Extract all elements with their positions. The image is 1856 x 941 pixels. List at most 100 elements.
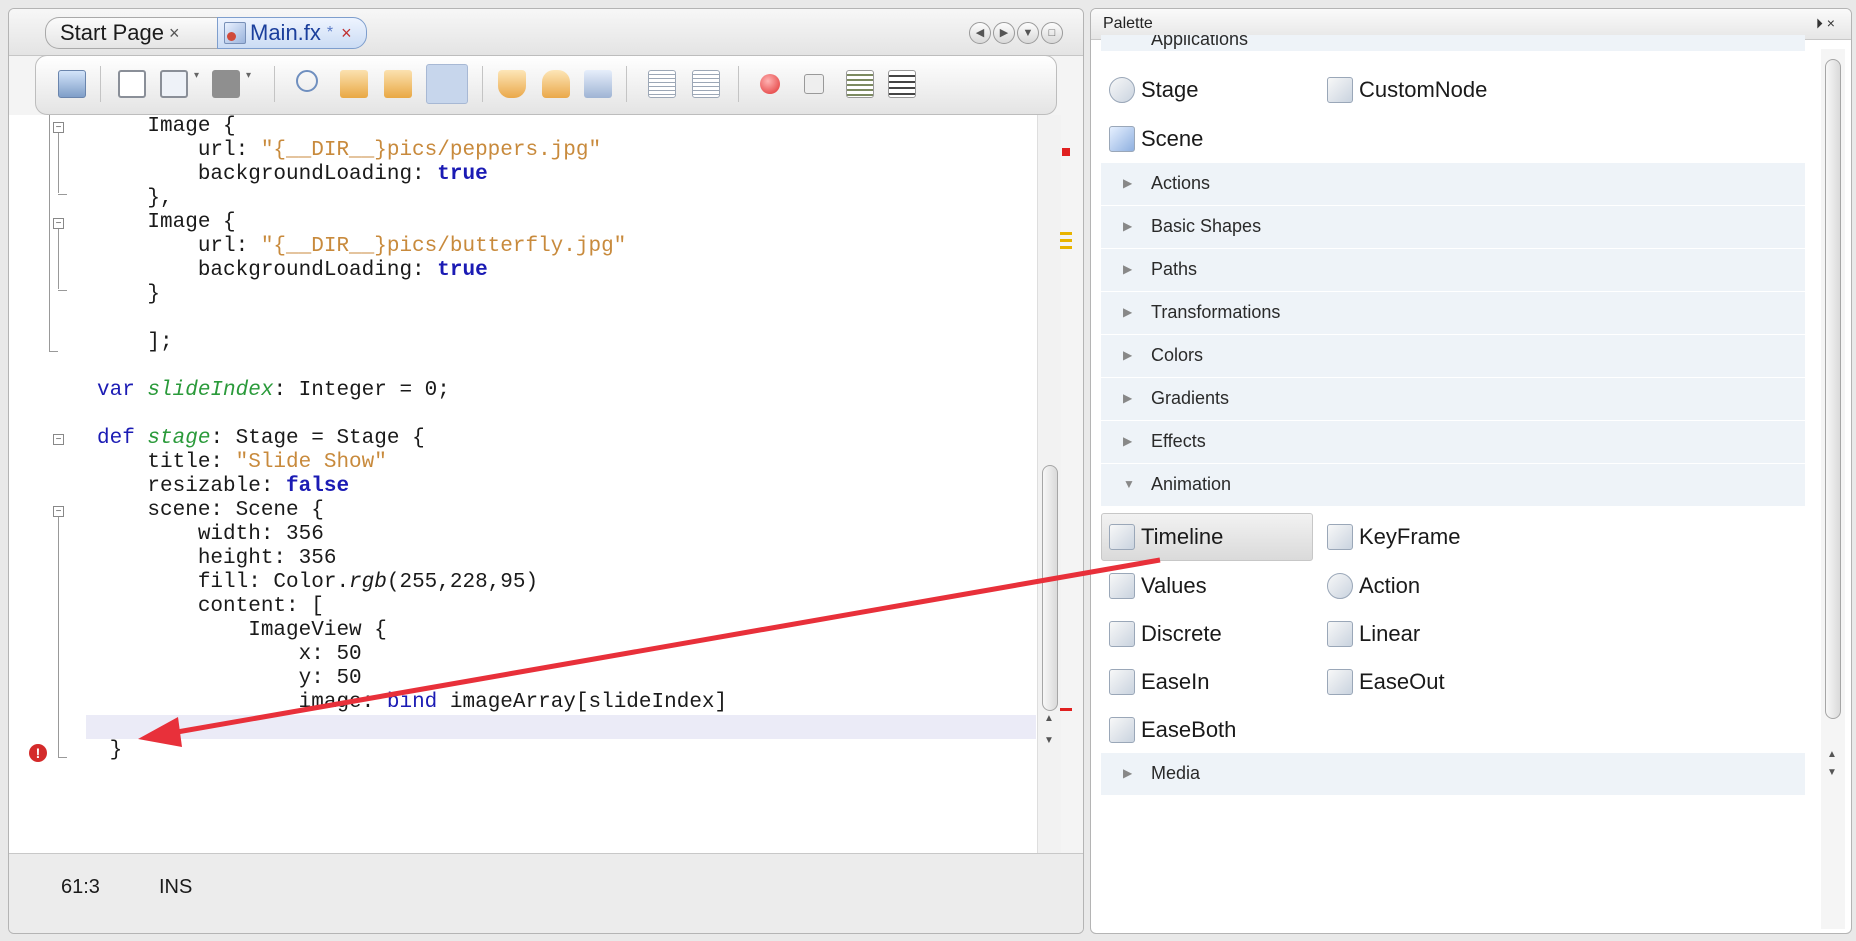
palette-item-label: Stage [1141, 77, 1199, 102]
tab-main-fx-close-icon[interactable]: × [341, 23, 352, 44]
code-token: ]; [97, 331, 173, 354]
editor-scroll-thumb[interactable] [1042, 465, 1058, 711]
palette-item-scene[interactable]: Scene [1109, 116, 1203, 162]
code-line: var slideIndex: Integer = 0; [97, 379, 450, 403]
tab-main-fx[interactable]: Main.fx * × [217, 17, 367, 49]
error-annotation-icon[interactable]: ! [29, 744, 47, 762]
fold-guide-end [49, 351, 58, 352]
fold-toggle-icon[interactable]: − [53, 122, 64, 133]
toggle-bookmark-icon[interactable] [584, 70, 612, 98]
code-line: def stage: Stage = Stage { [97, 427, 425, 451]
warning-stripe-mark[interactable] [1060, 239, 1072, 242]
scroll-up-arrow-icon[interactable]: ▲ [1044, 713, 1054, 724]
error-stripe-mark[interactable] [1060, 708, 1072, 711]
fold-toggle-icon[interactable]: − [53, 218, 64, 229]
fold-guide [58, 229, 59, 289]
code-token: bind [386, 691, 438, 714]
code-token: false [286, 475, 350, 498]
code-editor[interactable]: − − − − ! Image { url: "{__DIR__}pics/pe… [9, 115, 1061, 853]
values-icon [1109, 573, 1135, 599]
palette-item-linear[interactable]: Linear [1327, 611, 1420, 657]
palette-category-colors[interactable]: ▶ Colors [1101, 335, 1805, 377]
back-icon[interactable] [118, 70, 146, 98]
previous-bookmark-icon[interactable] [498, 70, 526, 98]
warning-stripe-mark[interactable] [1060, 232, 1072, 235]
find-icon[interactable] [296, 70, 318, 92]
start-macro-recording-icon[interactable] [760, 74, 780, 94]
palette-category-transformations[interactable]: ▶ Transformations [1101, 292, 1805, 334]
palette-category-effects[interactable]: ▶ Effects [1101, 421, 1805, 463]
collapse-arrow-icon: ▼ [1123, 477, 1135, 491]
palette-item-keyframe[interactable]: KeyFrame [1327, 514, 1460, 560]
stop-dropdown-icon[interactable]: ▾ [246, 70, 256, 98]
stop-macro-recording-icon[interactable] [804, 74, 824, 94]
palette-item-easein[interactable]: EaseIn [1109, 659, 1210, 705]
palette-item-timeline[interactable]: Timeline [1109, 514, 1223, 560]
palette-scroll-thumb[interactable] [1825, 59, 1841, 719]
tab-controls: ◀ ▶ ▼ □ [969, 22, 1063, 44]
palette-category-label: Transformations [1151, 302, 1281, 322]
palette-item-values[interactable]: Values [1109, 563, 1207, 609]
scroll-down-arrow-icon[interactable]: ▼ [1044, 735, 1054, 746]
uncomment-icon[interactable] [888, 70, 916, 98]
palette-vertical-scrollbar[interactable]: ▲ ▼ [1821, 49, 1845, 929]
palette-category-label: Effects [1151, 431, 1206, 451]
code-token: slideIndex [147, 379, 274, 402]
fold-toggle-icon[interactable]: − [53, 506, 64, 517]
action-icon [1327, 573, 1353, 599]
palette-category-gradients[interactable]: ▶ Gradients [1101, 378, 1805, 420]
toolbar-separator [100, 66, 101, 102]
code-token: scene: Scene { [97, 499, 324, 522]
palette-item-easeboth[interactable]: EaseBoth [1109, 707, 1236, 753]
code-token: ImageView { [97, 619, 387, 642]
code-token: def [97, 427, 148, 450]
find-previous-icon[interactable] [340, 70, 368, 98]
palette-category-paths[interactable]: ▶ Paths [1101, 249, 1805, 291]
palette-window: Palette ⏵ × Applications Stage CustomNod… [1090, 8, 1852, 934]
tab-start-page[interactable]: Start Page × [45, 17, 217, 49]
palette-item-action[interactable]: Action [1327, 563, 1420, 609]
palette-category-actions[interactable]: ▶ Actions [1101, 163, 1805, 205]
forward-icon[interactable] [160, 70, 188, 98]
next-bookmark-icon[interactable] [542, 70, 570, 98]
warning-stripe-mark[interactable] [1060, 246, 1072, 249]
stop-icon[interactable] [212, 70, 240, 98]
palette-item-customnode[interactable]: CustomNode [1327, 67, 1487, 113]
code-token: "{__DIR__}pics/peppers.jpg" [260, 139, 602, 162]
palette-window-controls[interactable]: ⏵ × [1816, 15, 1835, 32]
expand-arrow-icon: ▶ [1123, 391, 1133, 405]
tab-start-page-close-icon[interactable]: × [169, 23, 180, 44]
scroll-tabs-right-icon[interactable]: ▶ [993, 22, 1015, 44]
maximize-window-icon[interactable]: □ [1041, 22, 1063, 44]
palette-category-applications[interactable]: Applications [1101, 35, 1805, 51]
expand-arrow-icon: ▶ [1123, 434, 1133, 448]
palette-item-label: CustomNode [1359, 77, 1488, 102]
scroll-tabs-left-icon[interactable]: ◀ [969, 22, 991, 44]
forward-dropdown-icon[interactable]: ▾ [194, 70, 204, 98]
find-next-icon[interactable] [384, 70, 412, 98]
toggle-highlight-icon[interactable] [426, 64, 468, 104]
caret-position: 61:3 [61, 876, 100, 898]
easein-icon [1109, 669, 1135, 695]
shift-left-icon[interactable] [648, 70, 676, 98]
palette-item-easeout[interactable]: EaseOut [1327, 659, 1445, 705]
code-line: } [97, 283, 160, 307]
shift-right-icon[interactable] [692, 70, 720, 98]
palette-item-discrete[interactable]: Discrete [1109, 611, 1222, 657]
editor-vertical-scrollbar[interactable]: ▲ ▼ [1037, 115, 1061, 853]
toolbar-separator [274, 66, 275, 102]
palette-category-animation[interactable]: ▼ Animation [1101, 464, 1805, 506]
show-opened-documents-icon[interactable]: ▼ [1017, 22, 1039, 44]
palette-category-media[interactable]: ▶ Media [1101, 753, 1805, 795]
fold-toggle-icon[interactable]: − [53, 434, 64, 445]
code-token: }, [97, 187, 173, 210]
palette-category-basic-shapes[interactable]: ▶ Basic Shapes [1101, 206, 1805, 248]
open-project-icon[interactable] [58, 70, 86, 98]
palette-item-stage[interactable]: Stage [1109, 67, 1199, 113]
palette-scroll-up-arrow-icon[interactable]: ▲ [1827, 749, 1837, 760]
error-stripe-status-icon[interactable] [1062, 148, 1070, 156]
custom-node-icon [1327, 77, 1353, 103]
palette-scroll-down-arrow-icon[interactable]: ▼ [1827, 767, 1837, 778]
linear-icon [1327, 621, 1353, 647]
comment-icon[interactable] [846, 70, 874, 98]
